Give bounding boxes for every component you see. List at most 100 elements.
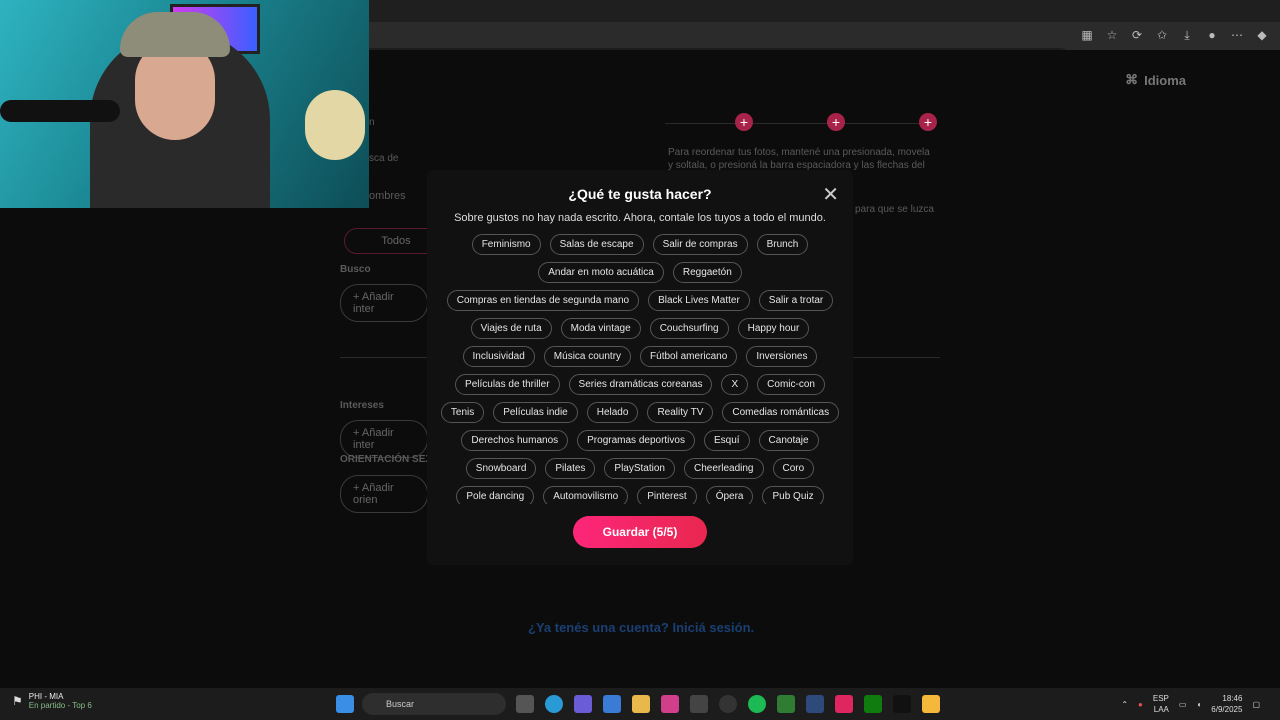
copilot-icon[interactable]: ◆ <box>1254 27 1270 43</box>
language-selector[interactable]: ⌘ Idioma <box>1125 72 1186 88</box>
men-option[interactable]: ombres <box>369 190 406 202</box>
interest-tag[interactable]: Pinterest <box>637 486 697 504</box>
interest-tag[interactable]: Pub Quiz <box>762 486 824 504</box>
star-icon[interactable]: ☆ <box>1104 27 1120 43</box>
interest-tag[interactable]: Coro <box>772 458 815 479</box>
interest-tag[interactable]: Fútbol americano <box>640 346 738 367</box>
tag-row: Compras en tiendas de segunda mano Black … <box>435 290 845 311</box>
add-interest-button[interactable]: + Añadir inter <box>340 420 428 458</box>
instagram-icon[interactable] <box>661 695 679 713</box>
webcam-overlay <box>0 0 369 208</box>
tag-row: Snowboard Pilates PlayStation Cheerleading C… <box>435 458 845 479</box>
interest-tag[interactable]: Happy hour <box>737 318 810 339</box>
microphone-icon[interactable]: ● <box>1138 700 1143 709</box>
windows-start-icon[interactable] <box>336 695 354 713</box>
interest-tag[interactable]: Automovilismo <box>543 486 629 504</box>
add-photo-button[interactable]: + <box>919 113 937 131</box>
store-icon[interactable] <box>603 695 621 713</box>
save-button[interactable]: Guardar (5/5) <box>573 516 707 548</box>
edge-icon[interactable] <box>545 695 563 713</box>
notes-icon[interactable] <box>922 695 940 713</box>
interest-tag[interactable]: Reggaetón <box>672 262 742 283</box>
interest-tag[interactable]: Canotaje <box>758 430 819 451</box>
taskbar-widget[interactable]: ⚑ PHI - MIA En partido - Top 6 <box>12 692 92 710</box>
tiktok-icon[interactable] <box>893 695 911 713</box>
download-icon[interactable]: ⤓ <box>1179 27 1195 43</box>
notification-icon[interactable]: ▢ <box>1252 700 1260 709</box>
interest-tag[interactable]: Comedias románticas <box>722 402 840 423</box>
globe-icon: ⌘ <box>1125 72 1139 87</box>
interest-tag[interactable]: PlayStation <box>604 458 675 479</box>
add-orientation-button[interactable]: + Añadir orien <box>340 475 428 513</box>
interest-tag[interactable]: Comic-con <box>757 374 825 395</box>
calculator-icon[interactable] <box>690 695 708 713</box>
interest-tag[interactable]: Andar en moto acuática <box>538 262 664 283</box>
interest-tag[interactable]: Salir a trotar <box>758 290 834 311</box>
input-language[interactable]: ESP LAA <box>1153 693 1169 715</box>
photos-icon[interactable] <box>806 695 824 713</box>
interest-tag[interactable]: Black Lives Matter <box>648 290 750 311</box>
minecraft-icon[interactable] <box>777 695 795 713</box>
task-view-icon[interactable] <box>516 695 534 713</box>
interest-tag[interactable]: Inversiones <box>746 346 818 367</box>
interest-tag[interactable]: Ópera <box>705 486 754 504</box>
chatgpt-icon[interactable] <box>719 695 737 713</box>
tag-row: Viajes de ruta Moda vintage Couchsurfing Ha… <box>435 318 845 339</box>
taskbar-apps <box>336 695 354 713</box>
interest-tag[interactable]: Salas de escape <box>549 234 644 255</box>
close-icon[interactable]: ✕ <box>822 182 839 207</box>
interest-tag[interactable]: Derechos humanos <box>461 430 569 451</box>
interest-tag[interactable]: Snowboard <box>465 458 537 479</box>
interest-tag[interactable]: Programas deportivos <box>577 430 695 451</box>
spotify-icon[interactable] <box>748 695 766 713</box>
taskbar-search[interactable]: Buscar <box>362 693 506 715</box>
taskbar: ⚑ PHI - MIA En partido - Top 6 Buscar ⌃ … <box>0 688 1280 720</box>
interest-tag[interactable]: Helado <box>586 402 639 423</box>
interest-tag[interactable]: Brunch <box>756 234 809 255</box>
interest-tag[interactable]: X <box>721 374 749 395</box>
login-link[interactable]: ¿Ya tenés una cuenta? Iniciá sesión. <box>528 620 754 635</box>
interest-tag[interactable]: Compras en tiendas de segunda mano <box>446 290 640 311</box>
network-icon[interactable]: ▭ <box>1179 700 1187 709</box>
system-tray: ⌃ ● ESP LAA ▭ ◖ 18:46 6/9/2025 ▢ <box>1121 693 1260 715</box>
interest-tag[interactable]: Pole dancing <box>456 486 535 504</box>
interest-tag[interactable]: Películas indie <box>493 402 578 423</box>
folder-icon[interactable] <box>632 695 650 713</box>
interest-tag[interactable]: Música country <box>543 346 632 367</box>
pinned-apps <box>516 695 940 713</box>
interest-tag[interactable]: Pilates <box>545 458 596 479</box>
tag-row: Películas de thriller Series dramáticas c… <box>435 374 845 395</box>
add-photo-button[interactable]: + <box>735 113 753 131</box>
chevron-up-icon[interactable]: ⌃ <box>1121 700 1128 709</box>
interest-tag[interactable]: Salir de compras <box>652 234 748 255</box>
interest-tag[interactable]: Inclusividad <box>462 346 535 367</box>
interest-tag[interactable]: Cheerleading <box>684 458 764 479</box>
interest-tag[interactable]: Feminismo <box>471 234 541 255</box>
tag-row: Pole dancing Automovilismo Pinterest Ópera P… <box>435 486 845 504</box>
interest-tag[interactable]: Tenis <box>440 402 485 423</box>
xbox-icon[interactable] <box>864 695 882 713</box>
clock[interactable]: 18:46 6/9/2025 <box>1211 693 1242 715</box>
interest-tag[interactable]: Viajes de ruta <box>470 318 552 339</box>
interest-tag[interactable]: Películas de thriller <box>455 374 560 395</box>
tiktok-pink-icon[interactable] <box>835 695 853 713</box>
apps-icon[interactable]: ▦ <box>1079 27 1095 43</box>
add-photo-button[interactable]: + <box>827 113 845 131</box>
add-interest-button[interactable]: + Añadir inter <box>340 284 428 322</box>
interest-tag[interactable]: Couchsurfing <box>649 318 729 339</box>
interest-tag[interactable]: Esquí <box>703 430 750 451</box>
profile-icon[interactable]: ● <box>1204 27 1220 43</box>
volume-icon[interactable]: ◖ <box>1196 700 1201 709</box>
interest-tag[interactable]: Reality TV <box>647 402 714 423</box>
widget-status: En partido - Top 6 <box>28 701 92 710</box>
orientation-label: ORIENTACIÓN SEX <box>340 454 433 465</box>
extension-icon[interactable]: ⟳ <box>1129 27 1145 43</box>
copilot-app-icon[interactable] <box>574 695 592 713</box>
widget-title: PHI - MIA <box>28 692 64 701</box>
add-orientation-label: Añadir orien <box>353 482 394 506</box>
favorites-icon[interactable]: ✩ <box>1154 27 1170 43</box>
webcam-hat <box>120 12 230 57</box>
menu-icon[interactable]: ⋯ <box>1229 27 1245 43</box>
interest-tag[interactable]: Series dramáticas coreanas <box>568 374 713 395</box>
interest-tag[interactable]: Moda vintage <box>560 318 641 339</box>
